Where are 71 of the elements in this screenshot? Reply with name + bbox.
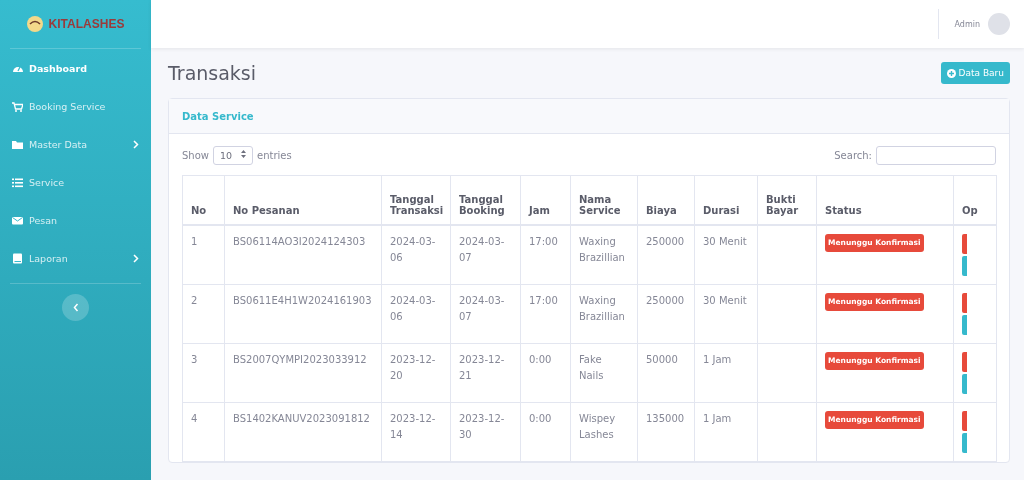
column-header[interactable]: Bukti Bayar [757, 175, 817, 225]
delete-button[interactable] [962, 293, 967, 313]
book-icon [12, 252, 23, 264]
table-cell: 2023-12-20 [381, 343, 451, 403]
column-header[interactable]: Tanggal Booking [450, 175, 521, 225]
table-cell: 2024-03-06 [381, 284, 451, 344]
cart-icon [12, 100, 23, 112]
column-header[interactable]: Tanggal Transaksi [381, 175, 451, 225]
table-cell: 2023-12-14 [381, 402, 451, 462]
entries-label: entries [257, 150, 292, 161]
search-field[interactable] [876, 146, 996, 165]
table-cell: Fake Nails [570, 343, 638, 403]
column-header[interactable]: Nama Service [570, 175, 638, 225]
column-header[interactable]: No [182, 175, 225, 225]
table-cell: 0:00 [520, 402, 571, 462]
table-cell: 1 Jam [694, 343, 758, 403]
table-cell: 250000 [637, 225, 695, 285]
table-cell: 2024-03-06 [381, 225, 451, 285]
table-cell: 30 Menit [694, 225, 758, 285]
table-cell: 0:00 [520, 343, 571, 403]
avatar[interactable] [988, 13, 1010, 35]
table-cell: 135000 [637, 402, 695, 462]
table-cell: Wispey Lashes [570, 402, 638, 462]
table-cell: 4 [182, 402, 225, 462]
delete-button[interactable] [962, 352, 967, 372]
table-cell: Waxing Brazillian [570, 284, 638, 344]
column-header[interactable]: Durasi [694, 175, 758, 225]
column-header[interactable]: Jam [520, 175, 571, 225]
column-header[interactable]: No Pesanan [224, 175, 382, 225]
list-icon [12, 176, 23, 188]
sort-arrows-icon [241, 150, 246, 158]
edit-button[interactable] [962, 433, 967, 453]
page-title: Transaksi [168, 62, 257, 84]
envelope-icon [12, 214, 23, 226]
table-cell: Waxing Brazillian [570, 225, 638, 285]
card-title: Data Service [182, 110, 254, 122]
chevron-left-icon [72, 303, 79, 312]
table-cell: 2024-03-07 [450, 225, 521, 285]
edit-button[interactable] [962, 256, 967, 276]
user-name[interactable]: Admin [954, 19, 980, 29]
table-cell: 2024-03-07 [450, 284, 521, 344]
brand-name: KITALASHES [48, 17, 125, 31]
table-cell: BS2007QYMPI2023033912 [224, 343, 382, 403]
table-cell: 17:00 [520, 225, 571, 285]
table-cell: 2023-12-21 [450, 343, 521, 403]
delete-button[interactable] [962, 234, 967, 254]
eyelash-logo-icon [26, 16, 43, 32]
sidebar-toggle-button[interactable] [62, 294, 89, 321]
table-cell: 1 [182, 225, 225, 285]
plus-circle-icon [946, 68, 956, 78]
table-cell: BS0611E4H1W2024161903 [224, 284, 382, 344]
table-cell: 30 Menit [694, 284, 758, 344]
show-label: Show [182, 150, 209, 161]
edit-button[interactable] [962, 315, 967, 335]
table-cell: 1 Jam [694, 402, 758, 462]
table-cell: 250000 [637, 284, 695, 344]
folder-icon [12, 138, 23, 150]
table-cell: 3 [182, 343, 225, 403]
table-cell: 17:00 [520, 284, 571, 344]
page-size-select[interactable]: 10 [213, 146, 253, 165]
column-header[interactable]: Biaya [637, 175, 695, 225]
edit-button[interactable] [962, 374, 967, 394]
column-header[interactable]: Status [816, 175, 954, 225]
column-header[interactable]: Op [953, 175, 997, 225]
table-cell: 2023-12-30 [450, 402, 521, 462]
table-cell: 2 [182, 284, 225, 344]
table-cell: BS06114AO3I2024124303 [224, 225, 382, 285]
delete-button[interactable] [962, 411, 967, 431]
table-cell: 50000 [637, 343, 695, 403]
table-cell: BS1402KANUV2023091812 [224, 402, 382, 462]
search-label: Search: [834, 150, 872, 161]
